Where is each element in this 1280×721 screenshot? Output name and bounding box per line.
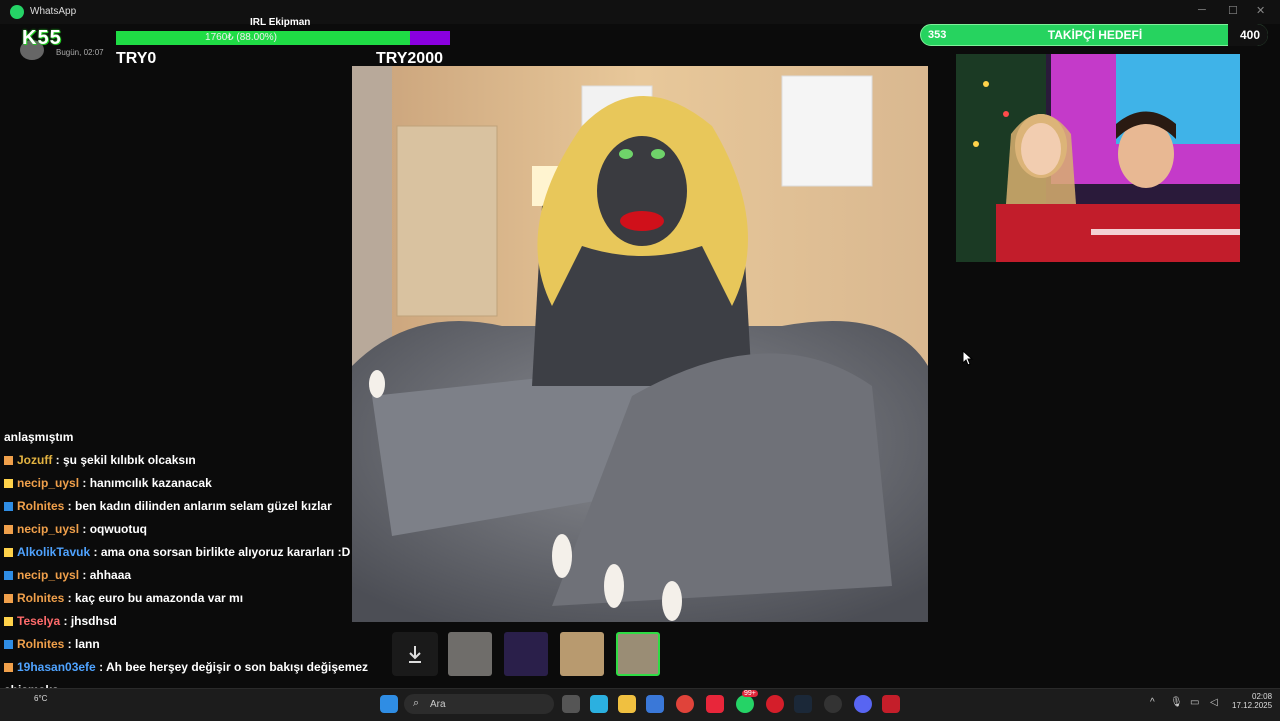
chat-message: Jozuff : şu şekil kılıbık olcaksın xyxy=(4,453,196,467)
whatsapp-icon xyxy=(10,5,24,19)
microphone-icon[interactable]: 🎙 xyxy=(1170,697,1183,708)
user-badge-icon xyxy=(4,525,13,535)
user-badge-icon xyxy=(4,617,13,627)
obs-icon[interactable] xyxy=(824,695,842,713)
user-badge-icon xyxy=(4,479,13,489)
download-button[interactable] xyxy=(392,632,438,676)
chat-username[interactable]: necip_uysl xyxy=(17,522,82,536)
chat-username[interactable]: AlkolikTavuk xyxy=(17,545,93,559)
chrome-icon[interactable] xyxy=(676,695,694,713)
chat-text: : şu şekil kılıbık olcaksın xyxy=(55,453,196,467)
chat-username[interactable]: 19hasan03efe xyxy=(17,660,99,674)
chat-text: : hanımcılık kazanacak xyxy=(82,476,212,490)
task-view-icon[interactable] xyxy=(562,695,580,713)
store-icon[interactable] xyxy=(646,695,664,713)
chat-text: : Ah bee herşey değişir o son bakışı değ… xyxy=(99,660,369,674)
clock-date: 17.12.2025 xyxy=(1232,701,1273,710)
webcam-feed xyxy=(956,54,1240,262)
user-badge-icon xyxy=(4,571,13,581)
user-badge-icon xyxy=(4,456,13,466)
opera-icon[interactable] xyxy=(766,695,784,713)
donation-progress-text: 1760₺ (88.00%) xyxy=(205,32,277,43)
steam-icon[interactable] xyxy=(794,695,812,713)
youtube-icon[interactable] xyxy=(706,695,724,713)
thumbnail-2[interactable] xyxy=(504,632,548,676)
windows-start-icon[interactable] xyxy=(380,695,398,713)
chat-text: anlaşmıştım xyxy=(4,430,74,444)
mouse-cursor-icon xyxy=(962,349,974,371)
file-explorer-icon[interactable] xyxy=(618,695,636,713)
follower-goal-target: 400 xyxy=(1240,28,1261,42)
weather-temperature[interactable]: 6°C xyxy=(34,694,47,703)
chat-message: AlkolikTavuk : ama ona sorsan birlikte a… xyxy=(4,545,350,559)
whatsapp-taskbar-icon[interactable] xyxy=(736,695,754,713)
chat-username[interactable]: necip_uysl xyxy=(17,568,82,582)
user-badge-icon xyxy=(4,548,13,558)
search-placeholder: Ara xyxy=(430,699,446,710)
donation-goal-title: IRL Ekipman xyxy=(250,17,311,28)
network-icon[interactable]: ▭ xyxy=(1190,697,1199,708)
taskbar-search[interactable] xyxy=(404,694,554,714)
app-icon[interactable] xyxy=(882,695,900,713)
chat-username[interactable]: Jozuff xyxy=(17,453,56,467)
chat-message: Rolnites : ben kadın dilinden anlarım se… xyxy=(4,499,332,513)
volume-icon[interactable]: ◁ xyxy=(1210,697,1218,708)
follower-goal-current: 353 xyxy=(928,29,947,41)
media-viewer-image[interactable] xyxy=(352,66,928,622)
chat-username[interactable]: Rolnites xyxy=(17,637,68,651)
chat-message: necip_uysl : ahhaaa xyxy=(4,568,131,582)
chat-message: anlaşmıştım xyxy=(4,430,73,444)
chat-message: Rolnites : kaç euro bu amazonda var mı xyxy=(4,591,243,605)
chat-text: : kaç euro bu amazonda var mı xyxy=(67,591,244,605)
chat-text: : lann xyxy=(67,637,100,651)
user-badge-icon xyxy=(4,594,13,604)
clock-time: 02:08 xyxy=(1252,692,1273,701)
chat-message: 19hasan03efe : Ah bee herşey değişir o s… xyxy=(4,660,368,674)
chat-text: : oqwuotuq xyxy=(82,522,148,536)
donation-min-label: TRY0 xyxy=(116,50,157,67)
thumbnail-1[interactable] xyxy=(448,632,492,676)
chat-message: Teselya : jhsdhsd xyxy=(4,614,117,628)
chat-text: : jhsdhsd xyxy=(63,614,117,628)
chat-username[interactable]: Teselya xyxy=(17,614,63,628)
chat-message: necip_uysl : oqwuotuq xyxy=(4,522,147,536)
status-timestamp: Bugün, 02:07 xyxy=(56,48,104,57)
minimize-icon[interactable]: ─ xyxy=(1198,4,1206,16)
thumbnail-3[interactable] xyxy=(560,632,604,676)
user-badge-icon xyxy=(4,640,13,650)
user-badge-icon xyxy=(4,502,13,512)
chat-text: : ben kadın dilinden anlarım selam güzel… xyxy=(67,499,332,513)
maximize-icon[interactable]: ☐ xyxy=(1228,4,1238,17)
taskbar xyxy=(0,688,1280,721)
taskbar-clock[interactable]: 02:08 17.12.2025 xyxy=(1232,692,1272,710)
copilot-icon[interactable] xyxy=(590,695,608,713)
thumbnail-4-selected[interactable] xyxy=(616,632,660,676)
user-badge-icon xyxy=(4,663,13,673)
follower-goal-label: TAKİPÇİ HEDEFİ xyxy=(1047,28,1143,42)
chat-username[interactable]: Rolnites xyxy=(17,591,68,605)
chat-text: : ahhaaa xyxy=(82,568,132,582)
chat-username[interactable]: Rolnites xyxy=(17,499,68,513)
window-title: WhatsApp xyxy=(30,6,77,17)
chat-username[interactable]: necip_uysl xyxy=(17,476,82,490)
chat-text: : ama ona sorsan birlikte alıyoruz karar… xyxy=(93,545,351,559)
tray-chevron-icon[interactable]: ^ xyxy=(1150,697,1155,708)
whatsapp-notification-badge: 99+ xyxy=(742,690,758,697)
search-icon: ⌕ xyxy=(413,697,420,709)
window-titlebar xyxy=(0,0,1280,24)
discord-icon[interactable] xyxy=(854,695,872,713)
chat-message: Rolnites : lann xyxy=(4,637,100,651)
chat-message: necip_uysl : hanımcılık kazanacak xyxy=(4,476,212,490)
close-icon[interactable]: ✕ xyxy=(1256,4,1265,17)
channel-logo: K55 xyxy=(22,27,62,49)
